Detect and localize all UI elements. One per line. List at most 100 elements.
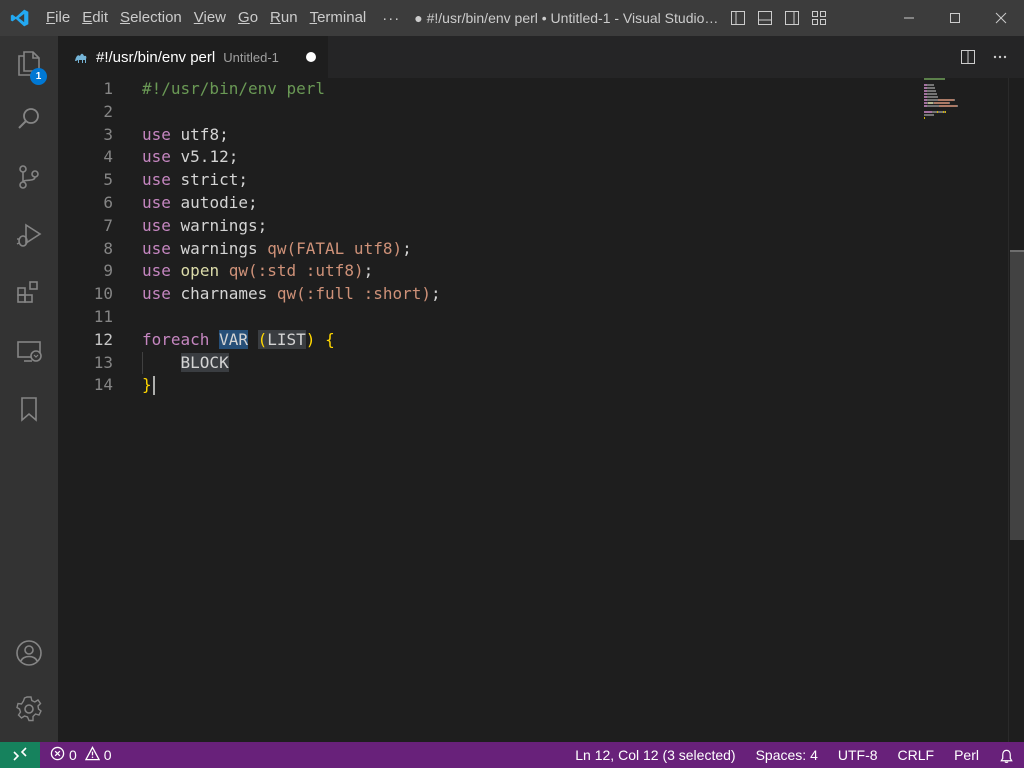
indent-guide	[142, 351, 143, 375]
code-token: (	[257, 329, 268, 349]
close-icon[interactable]	[978, 0, 1024, 36]
bookmarks-button[interactable]	[0, 386, 58, 434]
line-number: 6	[103, 192, 113, 212]
code-line[interactable]: use autodie;	[142, 192, 441, 215]
more-actions-icon[interactable]	[990, 47, 1010, 67]
text-cursor	[152, 376, 155, 396]
remote-indicator-button[interactable]	[0, 742, 40, 768]
scrollbar-thumb[interactable]	[1010, 250, 1024, 540]
line-number: 9	[103, 261, 113, 281]
vscode-logo-icon[interactable]	[0, 0, 40, 36]
scrollbar-cursor-marker	[1010, 250, 1024, 252]
menu-item-file[interactable]: File	[40, 0, 76, 36]
code-token: use	[142, 284, 171, 304]
menu-item-selection[interactable]: Selection	[114, 0, 188, 36]
split-editor-icon[interactable]	[958, 47, 978, 67]
toggle-primary-sidebar-icon[interactable]	[724, 0, 751, 36]
unsaved-dot-icon[interactable]	[306, 52, 316, 62]
code-line[interactable]: use warnings qw(FATAL utf8);	[142, 238, 441, 261]
end-of-line[interactable]: CRLF	[888, 742, 945, 768]
manage-button[interactable]	[0, 686, 58, 734]
menu-item-view[interactable]: View	[188, 0, 232, 36]
line-number-gutter: 1 2 3 4 5 6 7 8 9 10 11 12 13 14	[58, 78, 120, 397]
menu-item-terminal[interactable]: Terminal	[304, 0, 373, 36]
encoding[interactable]: UTF-8	[828, 742, 888, 768]
code-token: warnings	[170, 238, 268, 258]
code-line[interactable]: use v5.12;	[142, 146, 441, 169]
menu-item-edit[interactable]: Edit	[76, 0, 114, 36]
search-button[interactable]	[0, 96, 58, 144]
menu-item-run[interactable]: Run	[264, 0, 304, 36]
source-control-button[interactable]	[0, 154, 58, 202]
toggle-panel-icon[interactable]	[751, 0, 778, 36]
code-line[interactable]: use open qw(:std :utf8);	[142, 260, 441, 283]
remote-explorer-button[interactable]	[0, 328, 58, 376]
line-number: 3	[103, 124, 113, 144]
code-token: use	[142, 170, 171, 190]
problems-button[interactable]: 0 0	[40, 746, 112, 764]
code-token: v5.12;	[170, 147, 239, 167]
error-count: 0	[69, 747, 77, 763]
tab-untitled-1[interactable]: #!/usr/bin/env perl Untitled-1	[58, 36, 328, 78]
line-number: 7	[103, 215, 113, 235]
toggle-secondary-sidebar-icon[interactable]	[778, 0, 805, 36]
indentation[interactable]: Spaces: 4	[746, 742, 828, 768]
account-icon	[15, 639, 43, 670]
vertical-scrollbar[interactable]	[1008, 78, 1024, 742]
layout-controls	[724, 0, 832, 36]
menu-more-button[interactable]: ···	[372, 10, 410, 27]
code-token: #!/usr/bin/env perl	[142, 79, 326, 98]
line-number: 8	[103, 238, 113, 258]
minimap[interactable]	[924, 78, 1008, 119]
code-token: charnames	[170, 284, 277, 304]
code-line[interactable]: #!/usr/bin/env perl	[142, 78, 441, 101]
extensions-button[interactable]	[0, 270, 58, 318]
notifications-bell-icon[interactable]	[989, 742, 1024, 768]
maximize-icon[interactable]	[932, 0, 978, 36]
minimap-line	[924, 114, 1008, 116]
minimap-line	[924, 105, 1008, 107]
run-debug-button[interactable]	[0, 212, 58, 260]
menu-item-go[interactable]: Go	[232, 0, 264, 36]
code-token: autodie;	[170, 192, 258, 212]
code-token: )	[305, 329, 316, 349]
customize-layout-icon[interactable]	[805, 0, 832, 36]
accounts-button[interactable]	[0, 630, 58, 678]
code-line[interactable]: BLOCK	[142, 351, 441, 375]
code-token: ;	[431, 284, 441, 304]
code-line[interactable]	[142, 306, 441, 329]
code-token: open	[180, 261, 220, 281]
code-token: ;	[363, 261, 374, 281]
line-number: 1	[103, 79, 113, 98]
window-controls	[886, 0, 1024, 36]
line-number: 10	[93, 284, 113, 304]
language-mode[interactable]: Perl	[944, 742, 989, 768]
code-token: use	[142, 124, 171, 144]
editor-area[interactable]: 1 2 3 4 5 6 7 8 9 10 11 12 13 14 #!/usr/bin/env perl u…	[58, 78, 1024, 742]
code-line[interactable]: }	[142, 374, 441, 397]
cursor-position[interactable]: Ln 12, Col 12 (3 selected)	[565, 742, 745, 768]
code-token: use	[142, 215, 171, 235]
minimap-line	[924, 117, 1008, 119]
code-line[interactable]: use charnames qw(:full :short);	[142, 283, 441, 306]
line-number: 4	[103, 147, 113, 167]
code-line[interactable]: use strict;	[142, 169, 441, 192]
explorer-button[interactable]: 1	[0, 40, 58, 88]
code-line[interactable]: use utf8;	[142, 124, 441, 147]
minimize-icon[interactable]	[886, 0, 932, 36]
code-line[interactable]: foreach VAR (LIST) {	[142, 329, 441, 352]
code-token: utf8;	[170, 124, 229, 144]
code-line[interactable]: use warnings;	[142, 215, 441, 238]
code-token: qw(:std :utf8)	[228, 261, 364, 281]
code-text[interactable]: #!/usr/bin/env perl use utf8; use v5.12; us…	[142, 78, 441, 397]
minimap-line	[924, 108, 1008, 110]
code-token: use	[142, 238, 171, 258]
code-token: LIST	[267, 329, 306, 349]
settings-gear-icon	[15, 695, 43, 726]
error-icon	[50, 746, 65, 764]
minimap-line	[924, 93, 1008, 95]
code-line[interactable]	[142, 101, 441, 124]
tab-description: Untitled-1	[223, 49, 279, 65]
